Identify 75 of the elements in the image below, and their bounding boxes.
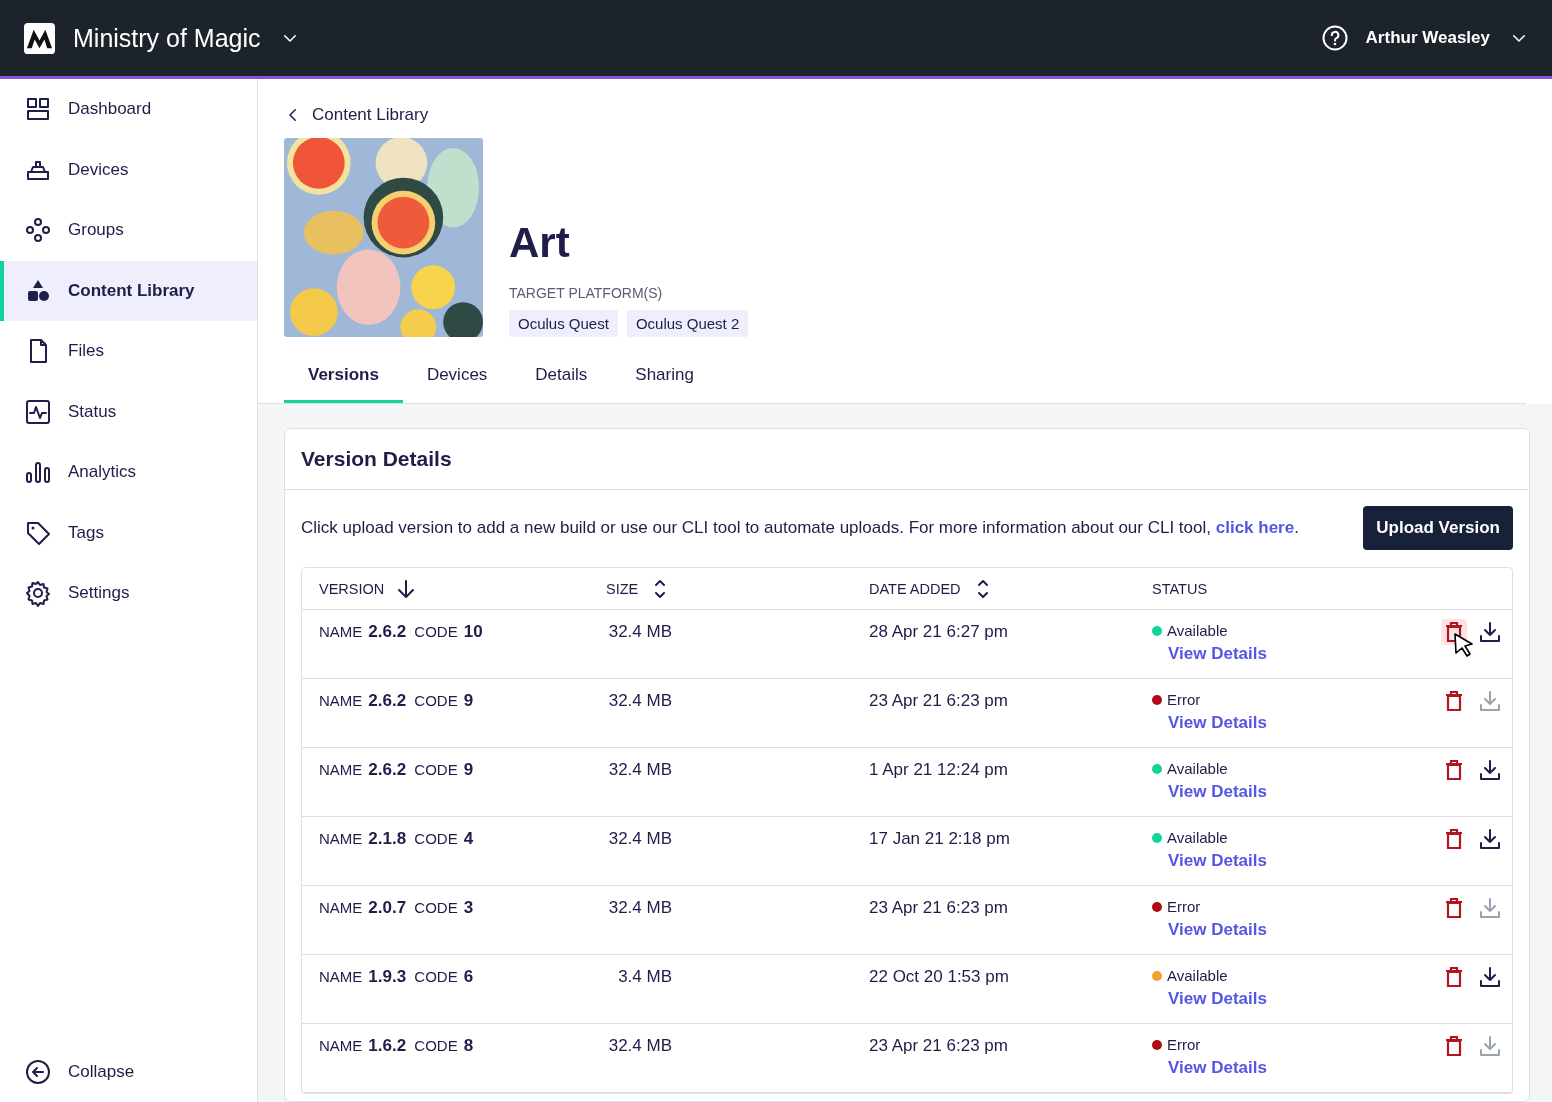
- view-details-link[interactable]: View Details: [1168, 851, 1267, 871]
- sidebar-item[interactable]: Content Library: [0, 260, 257, 321]
- sidebar-item[interactable]: Groups: [0, 200, 257, 261]
- sidebar-item[interactable]: Tags: [0, 502, 257, 563]
- download-button[interactable]: [1477, 619, 1503, 645]
- sidebar-item[interactable]: Status: [0, 381, 257, 442]
- date-cell: 28 Apr 21 6:27 pm: [869, 622, 1008, 641]
- date-cell: 22 Oct 20 1:53 pm: [869, 967, 1009, 986]
- sidebar-item[interactable]: Files: [0, 321, 257, 382]
- status-text: Available: [1167, 622, 1228, 639]
- size-cell-text: 32.4 MB: [607, 898, 672, 918]
- arrow-left-circle-icon: [24, 1058, 52, 1086]
- cli-link[interactable]: click here: [1215, 518, 1295, 537]
- date-cell: 23 Apr 21 6:23 pm: [869, 691, 1008, 710]
- version-cell-text: NAME 2.6.2 CODE 10: [318, 621, 484, 643]
- pulse-icon: [24, 397, 52, 426]
- sidebar-item[interactable]: Devices: [0, 139, 257, 200]
- status-text: Error: [1167, 691, 1201, 708]
- size-cell-text: 32.4 MB: [607, 1036, 672, 1056]
- status-text: Available: [1167, 829, 1228, 846]
- user-name[interactable]: Arthur Weasley: [1365, 28, 1490, 48]
- status-text: Available: [1167, 760, 1228, 777]
- size-cell-text: 32.4 MB: [607, 829, 672, 849]
- sidebar-item[interactable]: Settings: [0, 563, 257, 624]
- date-cell: 23 Apr 21 6:23 pm: [869, 1036, 1008, 1055]
- size-cell-text: 32.4 MB: [607, 760, 672, 780]
- size-cell-text: 32.4 MB: [607, 691, 672, 711]
- view-details-link[interactable]: View Details: [1168, 1058, 1267, 1078]
- column-header[interactable]: DATE ADDED: [869, 577, 1152, 600]
- settings-icon: [24, 579, 52, 608]
- nodes-icon: [24, 216, 52, 245]
- platform-tag: Oculus Quest 2: [626, 310, 749, 337]
- card-title: Version Details: [285, 429, 1529, 490]
- upload-version-button[interactable]: Upload Version: [1363, 506, 1513, 550]
- view-details-link[interactable]: View Details: [1168, 989, 1267, 1009]
- collapse-button[interactable]: Collapse: [0, 1042, 257, 1102]
- size-cell-text: 32.4 MB: [607, 622, 672, 642]
- version-cell-text: NAME 2.6.2 CODE 9: [318, 759, 475, 781]
- cursor-icon: [1453, 632, 1475, 658]
- status-text: Error: [1167, 1036, 1201, 1053]
- arrow-down-icon[interactable]: [396, 577, 417, 600]
- app-title: Art: [509, 219, 571, 267]
- version-cell-text: NAME 1.6.2 CODE 8: [318, 1035, 475, 1057]
- size-cell-text: 3.4 MB: [617, 967, 672, 987]
- view-details-link[interactable]: View Details: [1168, 782, 1267, 802]
- intro-text: Click upload version to add a new build or use our CLI tool to automate uploads. For more information about our CLI tool, click here.: [301, 518, 1300, 538]
- back-link[interactable]: Content Library: [284, 105, 429, 125]
- date-cell: 17 Jan 21 2:18 pm: [869, 829, 1010, 848]
- date-cell: 23 Apr 21 6:23 pm: [869, 898, 1008, 917]
- download-button[interactable]: [1477, 757, 1503, 783]
- version-cell-text: NAME 1.9.3 CODE 6: [318, 966, 475, 988]
- view-details-link[interactable]: View Details: [1168, 713, 1267, 733]
- column-header[interactable]: SIZE: [606, 577, 869, 600]
- version-cell-text: NAME 2.0.7 CODE 3: [318, 897, 475, 919]
- tab[interactable]: Sharing: [611, 353, 718, 403]
- organization-name[interactable]: Ministry of Magic: [73, 23, 261, 53]
- column-header[interactable]: VERSION: [302, 577, 606, 600]
- tab[interactable]: Details: [511, 353, 612, 403]
- download-button[interactable]: [1477, 826, 1503, 852]
- view-details-link[interactable]: View Details: [1168, 920, 1267, 940]
- platforms-label: TARGET PLATFORM(S): [509, 285, 664, 301]
- view-details-link[interactable]: View Details: [1168, 644, 1267, 664]
- status-text: Error: [1167, 898, 1201, 915]
- sidebar-item[interactable]: Analytics: [0, 442, 257, 503]
- logo-icon: [24, 22, 55, 54]
- version-cell-text: NAME 2.6.2 CODE 9: [318, 690, 475, 712]
- sidebar-item[interactable]: Dashboard: [0, 79, 257, 140]
- download-button[interactable]: [1477, 964, 1503, 990]
- tab[interactable]: Devices: [402, 353, 512, 403]
- version-cell-text: NAME 2.1.8 CODE 4: [318, 828, 475, 850]
- column-header: STATUS: [1152, 580, 1209, 597]
- status-text: Available: [1167, 967, 1228, 984]
- date-cell: 1 Apr 21 12:24 pm: [869, 760, 1008, 779]
- platform-tag: Oculus Quest: [509, 310, 618, 337]
- help-icon[interactable]: [1321, 25, 1348, 51]
